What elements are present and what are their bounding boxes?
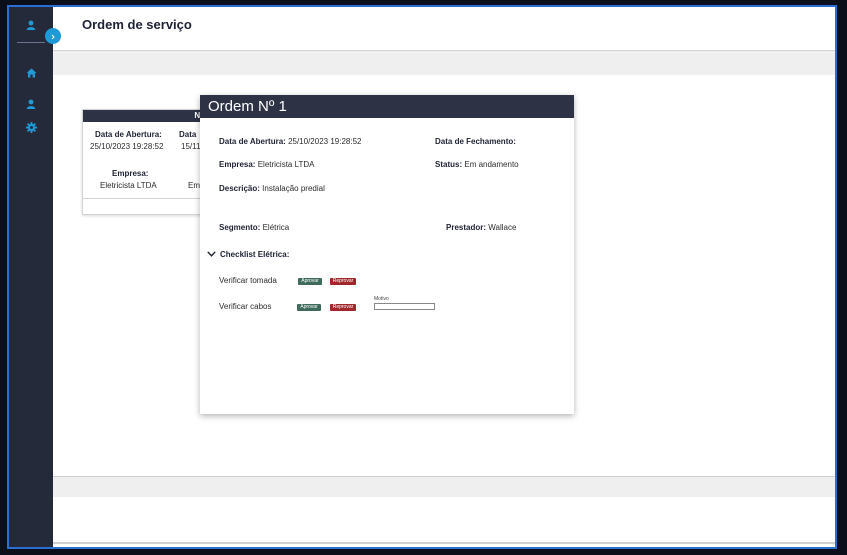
opening-date-label: Data de Abertura:: [219, 137, 286, 146]
order-card-opening-value: 25/10/2023 19:28:52: [90, 142, 164, 151]
opening-date-value: 25/10/2023 19:28:52: [288, 137, 362, 146]
footer-area: [53, 497, 835, 543]
sidebar-toggle-button[interactable]: [45, 28, 61, 44]
provider-row: Prestador: Wallace: [446, 223, 516, 232]
grey-band: [53, 477, 835, 497]
company-label: Empresa:: [219, 160, 256, 169]
status-value: Em andamento: [464, 160, 519, 169]
page-header: Ordem de serviço: [53, 7, 835, 51]
approve-button[interactable]: Aprovar: [297, 304, 321, 311]
order-card-closing-label: Data: [179, 130, 197, 139]
chevron-right-icon: [50, 27, 56, 45]
user-icon[interactable]: [9, 95, 53, 113]
checklist-title: Checklist Elétrica:: [220, 250, 290, 259]
main-content: Ordem de serviço Nº 1 Data de Abertura: …: [53, 7, 835, 547]
sidebar: [9, 7, 53, 547]
description-row: Descrição: Instalação predial: [219, 184, 325, 193]
closing-date-row: Data de Fechamento:: [435, 137, 516, 146]
reason-input[interactable]: [374, 303, 435, 310]
approve-button[interactable]: Aprovar: [298, 278, 322, 285]
company-row: Empresa: Eletricista LTDA: [219, 160, 314, 169]
checklist-item-label: Verificar cabos: [219, 302, 272, 311]
segment-label: Segmento:: [219, 223, 261, 232]
page-title: Ordem de serviço: [82, 17, 192, 32]
provider-value: Wallace: [488, 223, 517, 232]
opening-date-row: Data de Abertura: 25/10/2023 19:28:52: [219, 137, 361, 146]
reject-button[interactable]: Reprovar: [330, 278, 356, 285]
order-card-opening-label: Data de Abertura:: [95, 130, 162, 139]
checklist-item-label: Verificar tomada: [219, 276, 277, 285]
checklist-toggle[interactable]: Checklist Elétrica:: [207, 250, 289, 259]
provider-label: Prestador:: [446, 223, 487, 232]
order-card-partial-text: Em: [188, 181, 200, 190]
app-window: Ordem de serviço Nº 1 Data de Abertura: …: [7, 5, 837, 549]
company-value: Eletricista LTDA: [257, 160, 315, 169]
reason-label: Motivo: [374, 296, 389, 302]
segment-row: Segmento: Elétrica: [219, 223, 289, 232]
description-label: Descrição:: [219, 184, 260, 193]
order-card-company-label: Empresa:: [112, 169, 149, 178]
grey-band: [53, 53, 835, 75]
status-row: Status: Em andamento: [435, 160, 519, 169]
description-value: Instalação predial: [262, 184, 325, 193]
order-card-closing-value: 15/11: [181, 142, 201, 151]
sidebar-divider: [17, 42, 45, 43]
order-detail-modal: Ordem Nº 1 Data de Abertura: 25/10/2023 …: [200, 95, 574, 414]
order-card-company-value: Eletricista LTDA: [100, 181, 157, 190]
reject-button[interactable]: Reprovar: [330, 304, 356, 311]
chevron-down-icon: [207, 250, 220, 259]
status-label: Status:: [435, 160, 463, 169]
modal-title: Ordem Nº 1: [200, 95, 574, 118]
divider: [53, 542, 835, 544]
home-icon[interactable]: [9, 64, 53, 82]
segment-value: Elétrica: [262, 223, 290, 232]
gear-icon[interactable]: [9, 118, 53, 136]
closing-date-label: Data de Fechamento:: [435, 137, 516, 146]
